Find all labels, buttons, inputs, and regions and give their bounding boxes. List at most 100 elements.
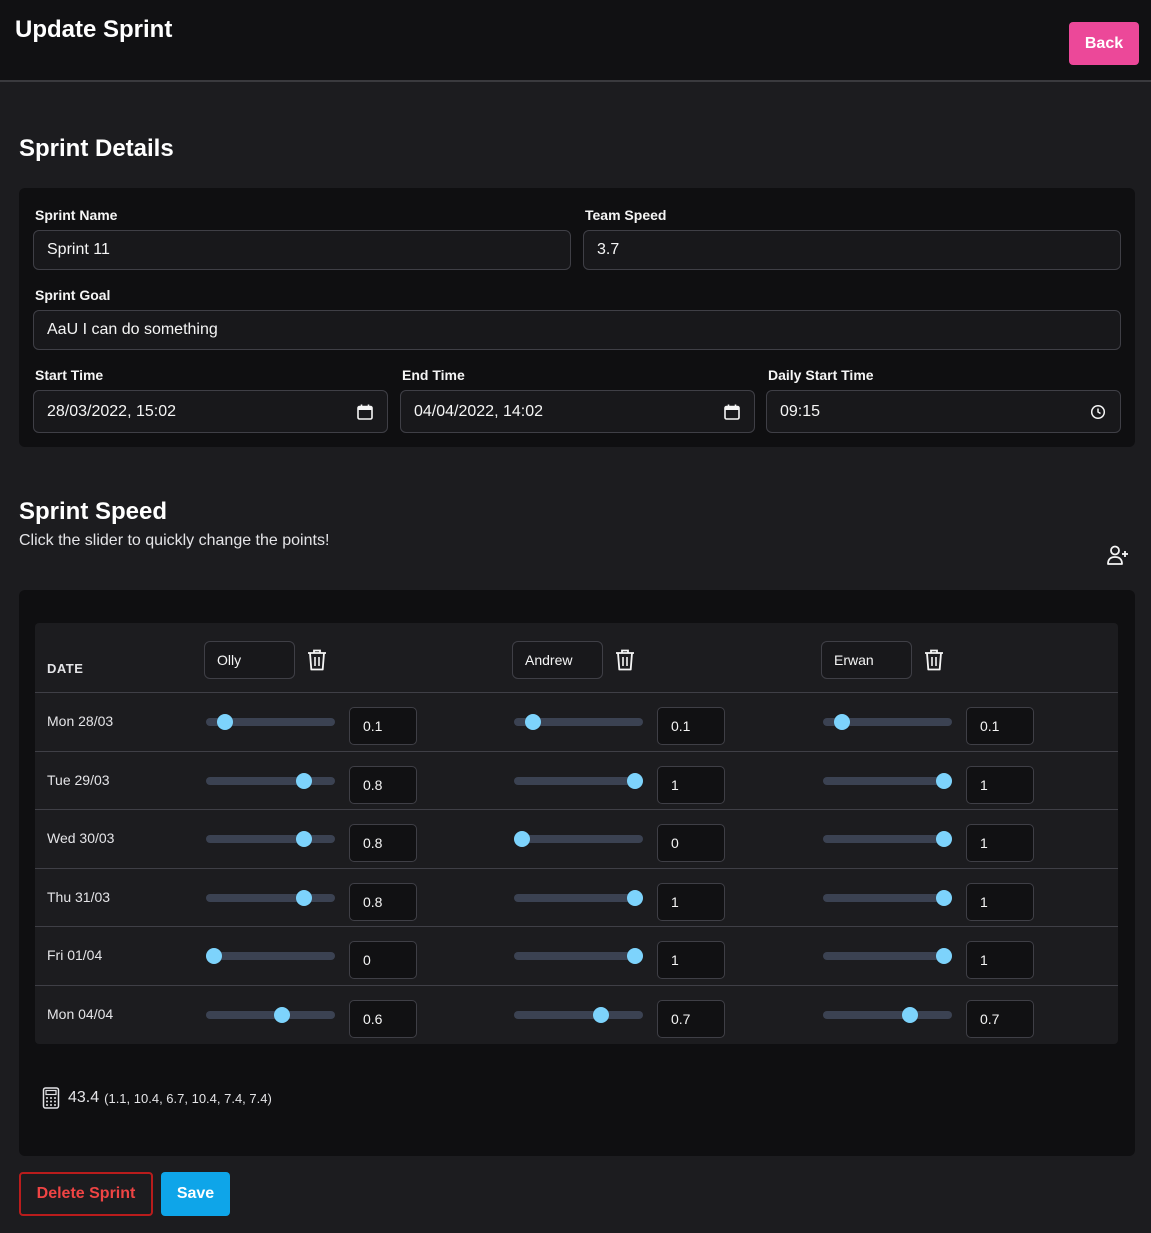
team-speed-input[interactable]: 3.7 (583, 230, 1121, 270)
points-value: 0.6 (363, 1010, 383, 1027)
points-value: 0.8 (363, 893, 383, 910)
row-date: Thu 31/03 (47, 888, 111, 905)
sprint-details-card: Sprint Name Sprint 11 Team Speed 3.7 Spr… (19, 188, 1135, 447)
trash-icon[interactable] (306, 648, 328, 672)
slider-thumb[interactable] (936, 948, 952, 964)
points-value: 0.1 (980, 718, 1000, 734)
clock-icon[interactable] (1089, 403, 1107, 421)
back-button[interactable]: Back (1069, 22, 1139, 65)
member-name-input[interactable]: Olly (204, 641, 295, 679)
sprint-speed-subtitle: Click the slider to quickly change the p… (19, 532, 330, 549)
sprint-goal-input[interactable]: AaU I can do something (33, 310, 1121, 350)
row-date: Tue 29/03 (47, 771, 110, 788)
calculator-icon (42, 1087, 60, 1109)
points-value: 1 (980, 952, 988, 968)
points-value: 0.7 (980, 1010, 1000, 1027)
slider-thumb[interactable] (296, 889, 313, 906)
calendar-icon[interactable] (723, 403, 741, 421)
speed-table: DATE Olly Andrew Erwan Mon 28/03 0.1 0.1… (35, 623, 1118, 1044)
slider-thumb[interactable] (902, 1006, 919, 1023)
save-button[interactable]: Save (161, 1172, 230, 1216)
slider-thumb[interactable] (627, 772, 643, 789)
member-name-input[interactable]: Erwan (821, 641, 912, 679)
member-name-value: Olly (217, 652, 242, 668)
points-input[interactable]: 1 (657, 941, 725, 979)
points-slider[interactable] (206, 772, 335, 789)
slider-thumb[interactable] (627, 948, 643, 964)
slider-thumb[interactable] (627, 889, 643, 906)
points-slider[interactable] (823, 772, 952, 789)
slider-thumb[interactable] (936, 772, 952, 789)
points-slider[interactable] (206, 948, 335, 964)
points-slider[interactable] (206, 831, 335, 847)
row-date: Wed 30/03 (47, 830, 115, 846)
calendar-icon[interactable] (356, 403, 374, 421)
points-input[interactable]: 1 (966, 941, 1034, 979)
points-slider[interactable] (206, 714, 335, 730)
points-slider[interactable] (514, 772, 643, 789)
points-slider[interactable] (514, 714, 643, 730)
points-slider[interactable] (206, 1006, 335, 1023)
points-value: 1 (671, 893, 679, 910)
points-slider[interactable] (206, 889, 335, 906)
points-slider[interactable] (823, 1006, 952, 1023)
table-row: Wed 30/03 0.8 0 1 (35, 809, 1118, 867)
slider-thumb[interactable] (273, 1006, 290, 1023)
points-slider[interactable] (514, 831, 643, 847)
member-name-value: Erwan (834, 652, 874, 668)
sprint-name-input[interactable]: Sprint 11 (33, 230, 571, 270)
points-input[interactable]: 0.7 (657, 999, 725, 1038)
slider-thumb[interactable] (593, 1006, 610, 1023)
points-value: 1 (980, 776, 988, 793)
slider-thumb[interactable] (936, 831, 952, 847)
points-value: 0.1 (363, 718, 383, 734)
start-time-input[interactable]: 28/03/2022, 15:02 (33, 390, 388, 433)
sprint-speed-title: Sprint Speed (19, 498, 168, 525)
points-slider[interactable] (514, 889, 643, 906)
points-slider[interactable] (823, 714, 952, 730)
points-input[interactable]: 1 (966, 824, 1034, 862)
table-row: Thu 31/03 0.8 1 1 (35, 867, 1118, 926)
points-input[interactable]: 0.6 (349, 999, 417, 1038)
sprint-goal-value: AaU I can do something (47, 321, 218, 338)
slider-thumb[interactable] (936, 889, 952, 906)
points-input[interactable]: 0 (349, 941, 417, 979)
end-time-input[interactable]: 04/04/2022, 14:02 (400, 390, 755, 433)
points-input[interactable]: 0.8 (349, 824, 417, 862)
delete-sprint-button[interactable]: Delete Sprint (19, 1172, 153, 1216)
points-input[interactable]: 1 (657, 882, 725, 921)
trash-icon[interactable] (923, 648, 945, 672)
start-time-value: 28/03/2022, 15:02 (47, 402, 177, 420)
points-slider[interactable] (514, 1006, 643, 1023)
member-name-input[interactable]: Andrew (512, 641, 603, 679)
points-value: 1 (980, 893, 988, 910)
points-slider[interactable] (823, 831, 952, 847)
slider-thumb[interactable] (296, 831, 313, 847)
total-breakdown: (1.1, 10.4, 6.7, 10.4, 7.4, 7.4) (104, 1090, 272, 1106)
points-input[interactable]: 1 (657, 765, 725, 804)
slider-thumb[interactable] (514, 831, 530, 847)
add-user-icon[interactable] (1106, 543, 1130, 567)
points-slider[interactable] (514, 948, 643, 964)
points-input[interactable]: 1 (966, 882, 1034, 921)
points-input[interactable]: 0.1 (349, 707, 417, 745)
points-input[interactable]: 0.7 (966, 999, 1034, 1038)
slider-thumb[interactable] (206, 948, 222, 964)
points-input[interactable]: 0.1 (966, 707, 1034, 745)
slider-thumb[interactable] (296, 772, 313, 789)
daily-start-input[interactable]: 09:15 (766, 390, 1121, 433)
points-slider[interactable] (823, 889, 952, 906)
row-date: Fri 01/04 (47, 947, 103, 963)
points-input[interactable]: 0 (657, 824, 725, 862)
slider-thumb[interactable] (525, 714, 542, 730)
trash-icon[interactable] (614, 648, 636, 672)
points-input[interactable]: 1 (966, 765, 1034, 804)
points-slider[interactable] (823, 948, 952, 964)
end-time-label: End Time (402, 367, 465, 383)
team-speed-value: 3.7 (597, 241, 620, 258)
points-input[interactable]: 0.8 (349, 882, 417, 921)
slider-thumb[interactable] (834, 714, 851, 730)
points-input[interactable]: 0.1 (657, 707, 725, 745)
points-input[interactable]: 0.8 (349, 765, 417, 804)
slider-thumb[interactable] (217, 714, 234, 730)
